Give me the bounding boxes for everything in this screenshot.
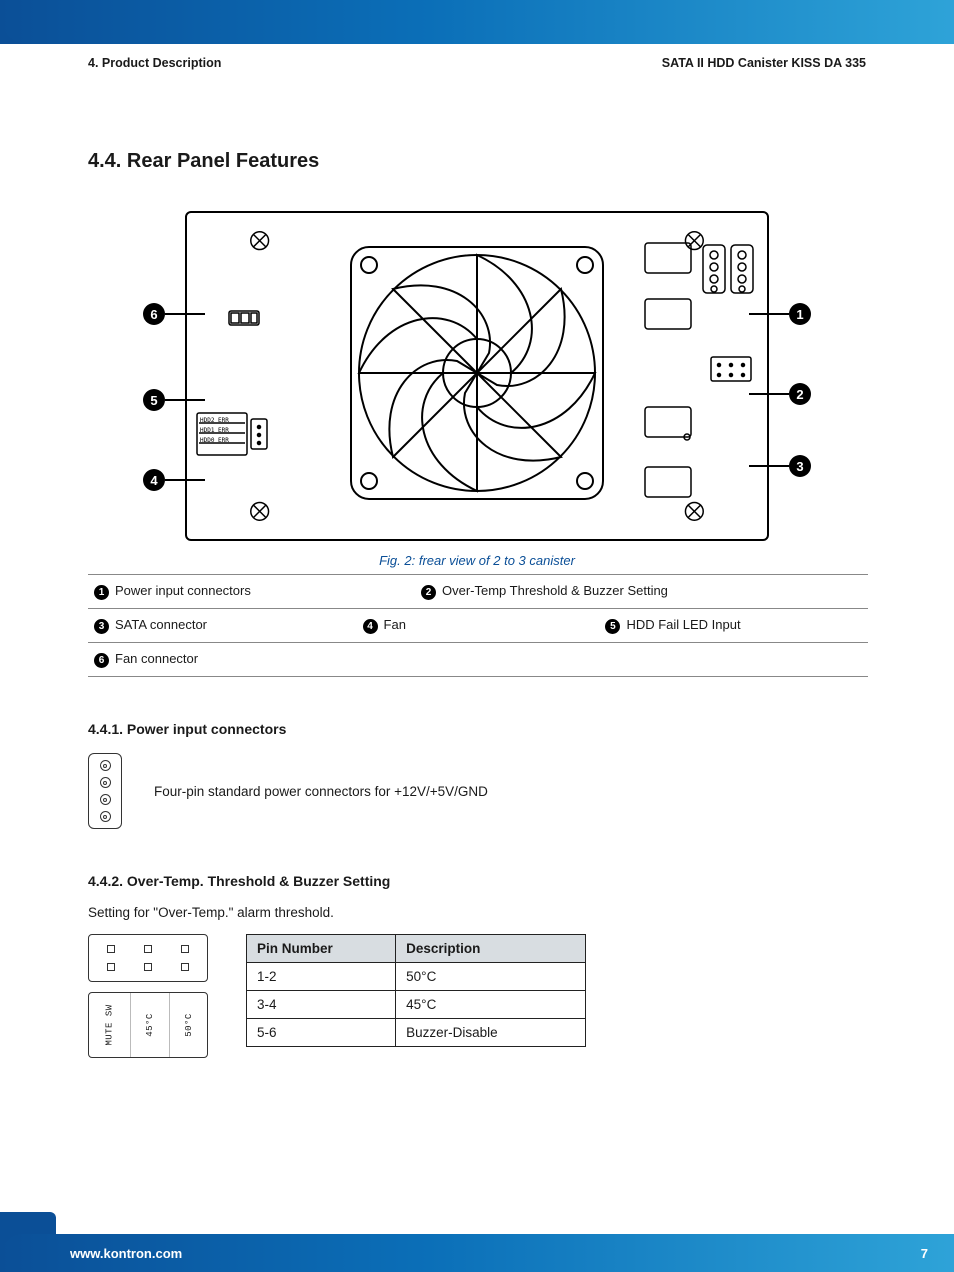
legend-row: 3 SATA connector 4 Fan 5 HDD Fail LED In… — [88, 609, 868, 643]
table-row: 1-2 50°C — [247, 963, 586, 991]
callout-line — [165, 399, 205, 401]
legend-item: 3 SATA connector — [94, 617, 351, 634]
section-heading: 4.4. Rear Panel Features — [88, 150, 866, 173]
molex-connector-icon — [88, 753, 122, 829]
table-header-row: Pin Number Description — [247, 935, 586, 963]
overtemp-text: Setting for "Over-Temp." alarm threshold… — [88, 905, 866, 920]
jumper-label-col: MUTE SW — [89, 993, 131, 1057]
header-left: 4. Product Description — [88, 56, 221, 70]
page: 4. Product Description SATA II HDD Canis… — [0, 0, 954, 1272]
legend-label: Fan — [384, 617, 406, 632]
legend-label: HDD Fail LED Input — [626, 617, 740, 632]
jumper-pin-icon — [107, 963, 115, 971]
table-cell: 3-4 — [247, 991, 396, 1019]
top-bar — [0, 0, 954, 44]
connector-pin-icon — [100, 794, 111, 805]
callout-line — [165, 479, 205, 481]
table-row: 5-6 Buzzer-Disable — [247, 1019, 586, 1047]
subsection-title: Over-Temp. Threshold & Buzzer Setting — [127, 873, 390, 889]
jumper-label-col: 50°C — [170, 993, 207, 1057]
table-header: Pin Number — [247, 935, 396, 963]
page-number: 7 — [921, 1246, 928, 1261]
subsection-heading: 4.4.1. Power input connectors — [88, 721, 866, 737]
callout-line — [749, 465, 789, 467]
legend-item: 4 Fan — [363, 617, 594, 634]
header-right: SATA II HDD Canister KISS DA 335 — [662, 56, 866, 70]
jumper-pin-header — [88, 934, 208, 982]
chassis-screws — [187, 213, 767, 539]
legend-item: 6 Fan connector — [94, 651, 409, 668]
legend-label: Over-Temp Threshold & Buzzer Setting — [442, 583, 668, 598]
section-title: Rear Panel Features — [127, 150, 319, 172]
figure-legend: 1 Power input connectors 2 Over-Temp Thr… — [88, 574, 868, 677]
legend-label: Fan connector — [115, 651, 198, 666]
legend-badge: 2 — [421, 585, 436, 600]
legend-item: 5 HDD Fail LED Input — [605, 617, 862, 634]
table-cell: 5-6 — [247, 1019, 396, 1047]
power-connector-text: Four-pin standard power connectors for +… — [154, 784, 488, 799]
jumper-label-col: 45°C — [131, 993, 169, 1057]
legend-row: 6 Fan connector — [88, 643, 868, 677]
jumper-and-table: MUTE SW 45°C 50°C Pin Number Description… — [88, 934, 866, 1058]
jumper-label: 45°C — [145, 1013, 155, 1037]
legend-item: 2 Over-Temp Threshold & Buzzer Setting — [421, 583, 862, 600]
callout-2: 2 — [789, 383, 811, 405]
figure-caption: Fig. 2: frear view of 2 to 3 canister — [88, 553, 866, 568]
legend-label: Power input connectors — [115, 583, 251, 598]
legend-badge: 1 — [94, 585, 109, 600]
callout-1: 1 — [789, 303, 811, 325]
table-cell: 50°C — [396, 963, 586, 991]
table-cell: 45°C — [396, 991, 586, 1019]
callout-line — [749, 393, 789, 395]
subsection-number: 4.4.1. — [88, 721, 123, 737]
callout-3: 3 — [789, 455, 811, 477]
jumper-pin-icon — [181, 963, 189, 971]
legend-item-empty — [421, 651, 862, 668]
jumper-label: MUTE SW — [105, 1004, 115, 1045]
table-cell: Buzzer-Disable — [396, 1019, 586, 1047]
power-connector-row: Four-pin standard power connectors for +… — [88, 753, 866, 829]
footer-bar: www.kontron.com 7 — [0, 1234, 954, 1272]
legend-row: 1 Power input connectors 2 Over-Temp Thr… — [88, 575, 868, 609]
legend-badge: 5 — [605, 619, 620, 634]
jumper-label: 50°C — [183, 1013, 193, 1037]
legend-badge: 6 — [94, 653, 109, 668]
jumper-pin-icon — [144, 963, 152, 971]
subsection-title: Power input connectors — [127, 721, 286, 737]
subsection-heading: 4.4.2. Over-Temp. Threshold & Buzzer Set… — [88, 873, 866, 889]
legend-badge: 3 — [94, 619, 109, 634]
jumper-pin-icon — [144, 945, 152, 953]
callout-4: 4 — [143, 469, 165, 491]
connector-pin-icon — [100, 811, 111, 822]
table-row: 3-4 45°C — [247, 991, 586, 1019]
table-header: Description — [396, 935, 586, 963]
jumper-diagram: MUTE SW 45°C 50°C — [88, 934, 208, 1058]
jumper-pin-icon — [107, 945, 115, 953]
connector-pin-icon — [100, 777, 111, 788]
jumper-label-block: MUTE SW 45°C 50°C — [88, 992, 208, 1058]
section-number: 4.4. — [88, 150, 121, 172]
callout-line — [749, 313, 789, 315]
footer-url: www.kontron.com — [70, 1246, 182, 1261]
callout-line — [165, 313, 205, 315]
jumper-pin-icon — [181, 945, 189, 953]
connector-pin-icon — [100, 760, 111, 771]
callout-6: 6 — [143, 303, 165, 325]
chassis-outline: HDD2_ERR HDD1_ERR HDD0_ERR — [185, 211, 769, 541]
content-body: 4.4. Rear Panel Features — [88, 150, 866, 1058]
rear-panel-figure: HDD2_ERR HDD1_ERR HDD0_ERR — [147, 211, 807, 541]
legend-item: 1 Power input connectors — [94, 583, 409, 600]
legend-badge: 4 — [363, 619, 378, 634]
table-cell: 1-2 — [247, 963, 396, 991]
legend-label: SATA connector — [115, 617, 207, 632]
subsection-number: 4.4.2. — [88, 873, 123, 889]
callout-5: 5 — [143, 389, 165, 411]
pin-table: Pin Number Description 1-2 50°C 3-4 45°C… — [246, 934, 586, 1047]
running-header: 4. Product Description SATA II HDD Canis… — [88, 56, 866, 70]
